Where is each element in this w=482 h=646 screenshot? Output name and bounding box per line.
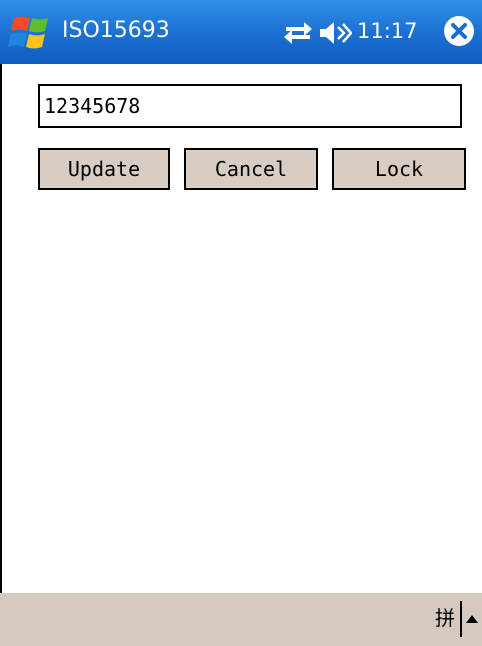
- connectivity-icon[interactable]: [282, 18, 314, 46]
- tag-data-input[interactable]: [40, 86, 460, 126]
- lock-button[interactable]: Lock: [332, 148, 466, 190]
- title-bar: ISO15693 11:17: [0, 0, 482, 64]
- app-title: ISO15693: [62, 18, 170, 43]
- update-button[interactable]: Update: [38, 148, 170, 190]
- device-screen: ISO15693 11:17 Update Cancel Lock 拼: [0, 0, 482, 646]
- cancel-button[interactable]: Cancel: [184, 148, 318, 190]
- tag-data-field[interactable]: [38, 84, 462, 128]
- menubar-divider: [460, 601, 462, 637]
- input-method-button[interactable]: 拼: [432, 603, 458, 633]
- close-button[interactable]: [442, 14, 476, 48]
- sip-up-arrow-icon[interactable]: [464, 609, 480, 629]
- clock[interactable]: 11:17: [357, 16, 418, 46]
- volume-icon[interactable]: [318, 20, 352, 46]
- windows-start-icon[interactable]: [8, 14, 60, 52]
- main-content: [0, 64, 482, 593]
- command-bar: 拼: [0, 593, 482, 646]
